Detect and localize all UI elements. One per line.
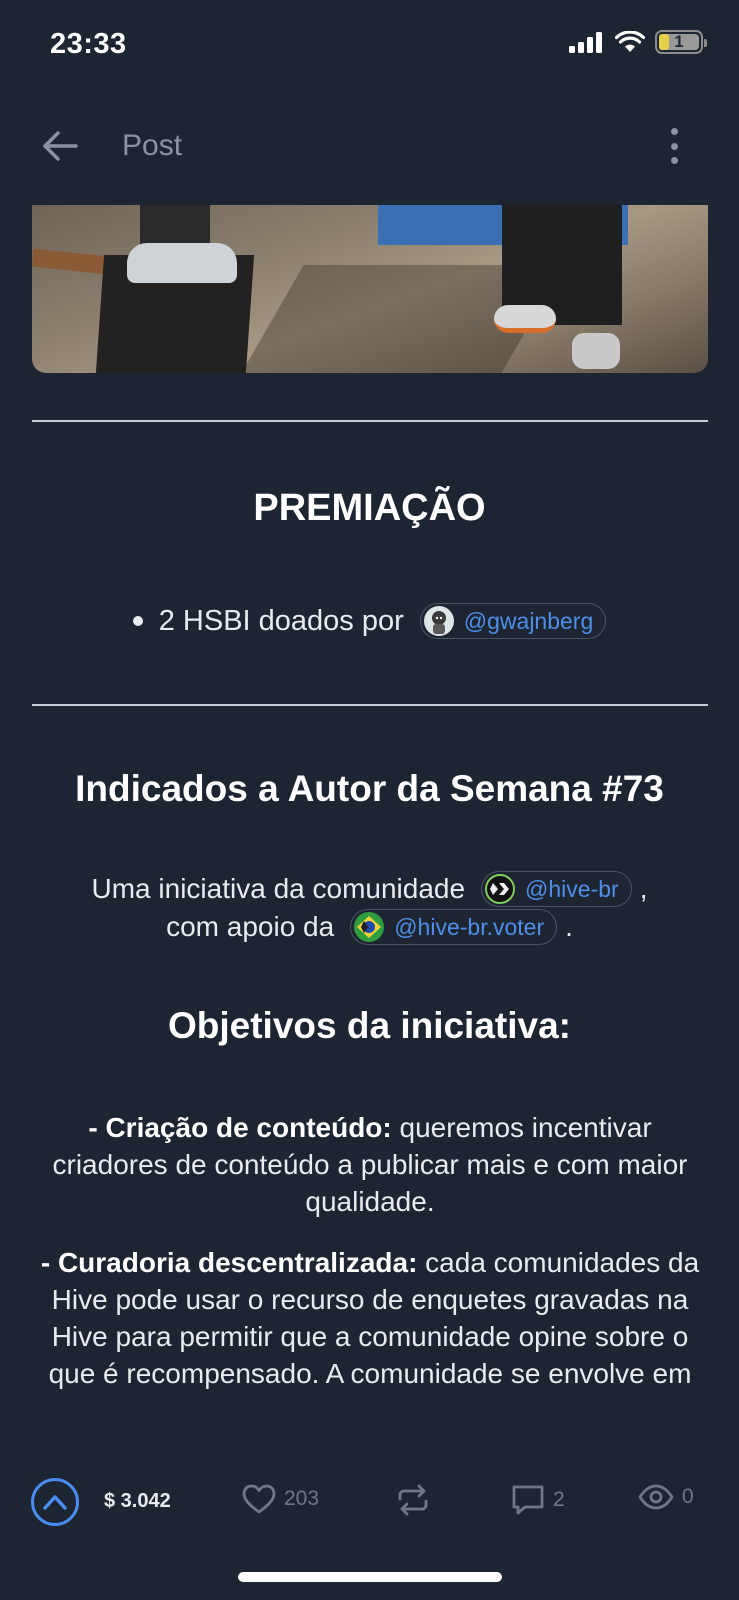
home-indicator[interactable] bbox=[238, 1572, 502, 1582]
hive-logo-icon bbox=[485, 874, 516, 904]
premiacao-bullet-text: 2 HSBI doados por bbox=[158, 604, 404, 637]
like-button[interactable]: 203 bbox=[242, 1484, 319, 1514]
objective-label-2: - Curadoria descentralizada: bbox=[40, 1247, 418, 1278]
content-fade bbox=[0, 1405, 739, 1445]
view-count: 0 bbox=[682, 1485, 694, 1508]
mention-hive-br[interactable]: @hive-br bbox=[481, 871, 632, 907]
post-content[interactable]: PREMIAÇÃO 2 HSBI doados por @gwajnberg I… bbox=[0, 205, 739, 1435]
objective-paragraph-2: - Curadoria descentralizada: cada comuni… bbox=[36, 1244, 704, 1392]
heart-icon bbox=[242, 1484, 276, 1514]
post-screen: 23:33 1 Post PREMIAÇÃO 2 HSBI doados por… bbox=[0, 0, 739, 1600]
signal-icon bbox=[569, 32, 602, 53]
repost-icon bbox=[398, 1484, 428, 1516]
divider bbox=[32, 704, 708, 706]
heading-premiacao: PREMIAÇÃO bbox=[253, 487, 486, 529]
comment-count: 2 bbox=[553, 1488, 565, 1511]
initiative-paragraph: Uma iniciativa da comunidade @hive-br , … bbox=[0, 870, 739, 946]
mention-label: @gwajnberg bbox=[463, 607, 594, 634]
eye-icon bbox=[638, 1484, 674, 1510]
initiative-text-1: Uma iniciativa da comunidade bbox=[91, 873, 466, 904]
objective-label-1: - Criação de conteúdo: bbox=[88, 1112, 392, 1143]
divider bbox=[32, 420, 708, 422]
battery-icon: 1 bbox=[655, 30, 707, 54]
views-indicator[interactable]: 0 bbox=[638, 1484, 694, 1510]
comment-icon bbox=[512, 1485, 544, 1515]
initiative-suffix-2: . bbox=[565, 911, 573, 942]
app-bar: Post bbox=[0, 110, 739, 180]
mention-gwajnberg[interactable]: @gwajnberg bbox=[419, 603, 607, 639]
heading-indicados: Indicados a Autor da Semana #73 bbox=[75, 768, 664, 809]
mention-label: @hive-br bbox=[525, 876, 619, 902]
avatar bbox=[423, 606, 454, 636]
objective-paragraph-1: - Criação de conteúdo: queremos incentiv… bbox=[36, 1109, 704, 1220]
payout-amount[interactable]: $ 3.042 bbox=[104, 1490, 171, 1513]
post-action-bar: $ 3.042 203 2 0 bbox=[0, 1440, 739, 1550]
page-title: Post bbox=[122, 129, 183, 162]
more-vertical-icon bbox=[670, 128, 678, 135]
post-image bbox=[32, 205, 708, 373]
arrow-left-icon bbox=[43, 131, 78, 161]
brazil-hive-logo-icon bbox=[354, 912, 385, 942]
heading-objetivos: Objetivos da iniciativa: bbox=[167, 1005, 571, 1046]
mention-hive-br-voter[interactable]: @hive-br.voter bbox=[350, 909, 558, 945]
battery-level: 1 bbox=[674, 32, 684, 51]
mention-label: @hive-br.voter bbox=[394, 914, 545, 940]
status-icons: 1 bbox=[569, 30, 707, 54]
initiative-text-2: com apoio da bbox=[166, 911, 335, 942]
like-count: 203 bbox=[284, 1487, 320, 1510]
initiative-suffix-1: , bbox=[639, 873, 648, 904]
back-button[interactable] bbox=[38, 124, 82, 168]
reblog-button[interactable] bbox=[396, 1484, 430, 1516]
wifi-icon bbox=[615, 31, 645, 52]
comments-button[interactable]: 2 bbox=[511, 1484, 565, 1516]
premiacao-list-item: 2 HSBI doados por @gwajnberg bbox=[0, 603, 739, 639]
chevron-up-icon bbox=[43, 1495, 67, 1510]
bullet-dot bbox=[132, 616, 143, 626]
upvote-button[interactable] bbox=[31, 1478, 79, 1526]
more-options-button[interactable] bbox=[659, 124, 689, 168]
status-bar: 23:33 1 bbox=[0, 0, 739, 90]
status-time: 23:33 bbox=[50, 28, 127, 60]
